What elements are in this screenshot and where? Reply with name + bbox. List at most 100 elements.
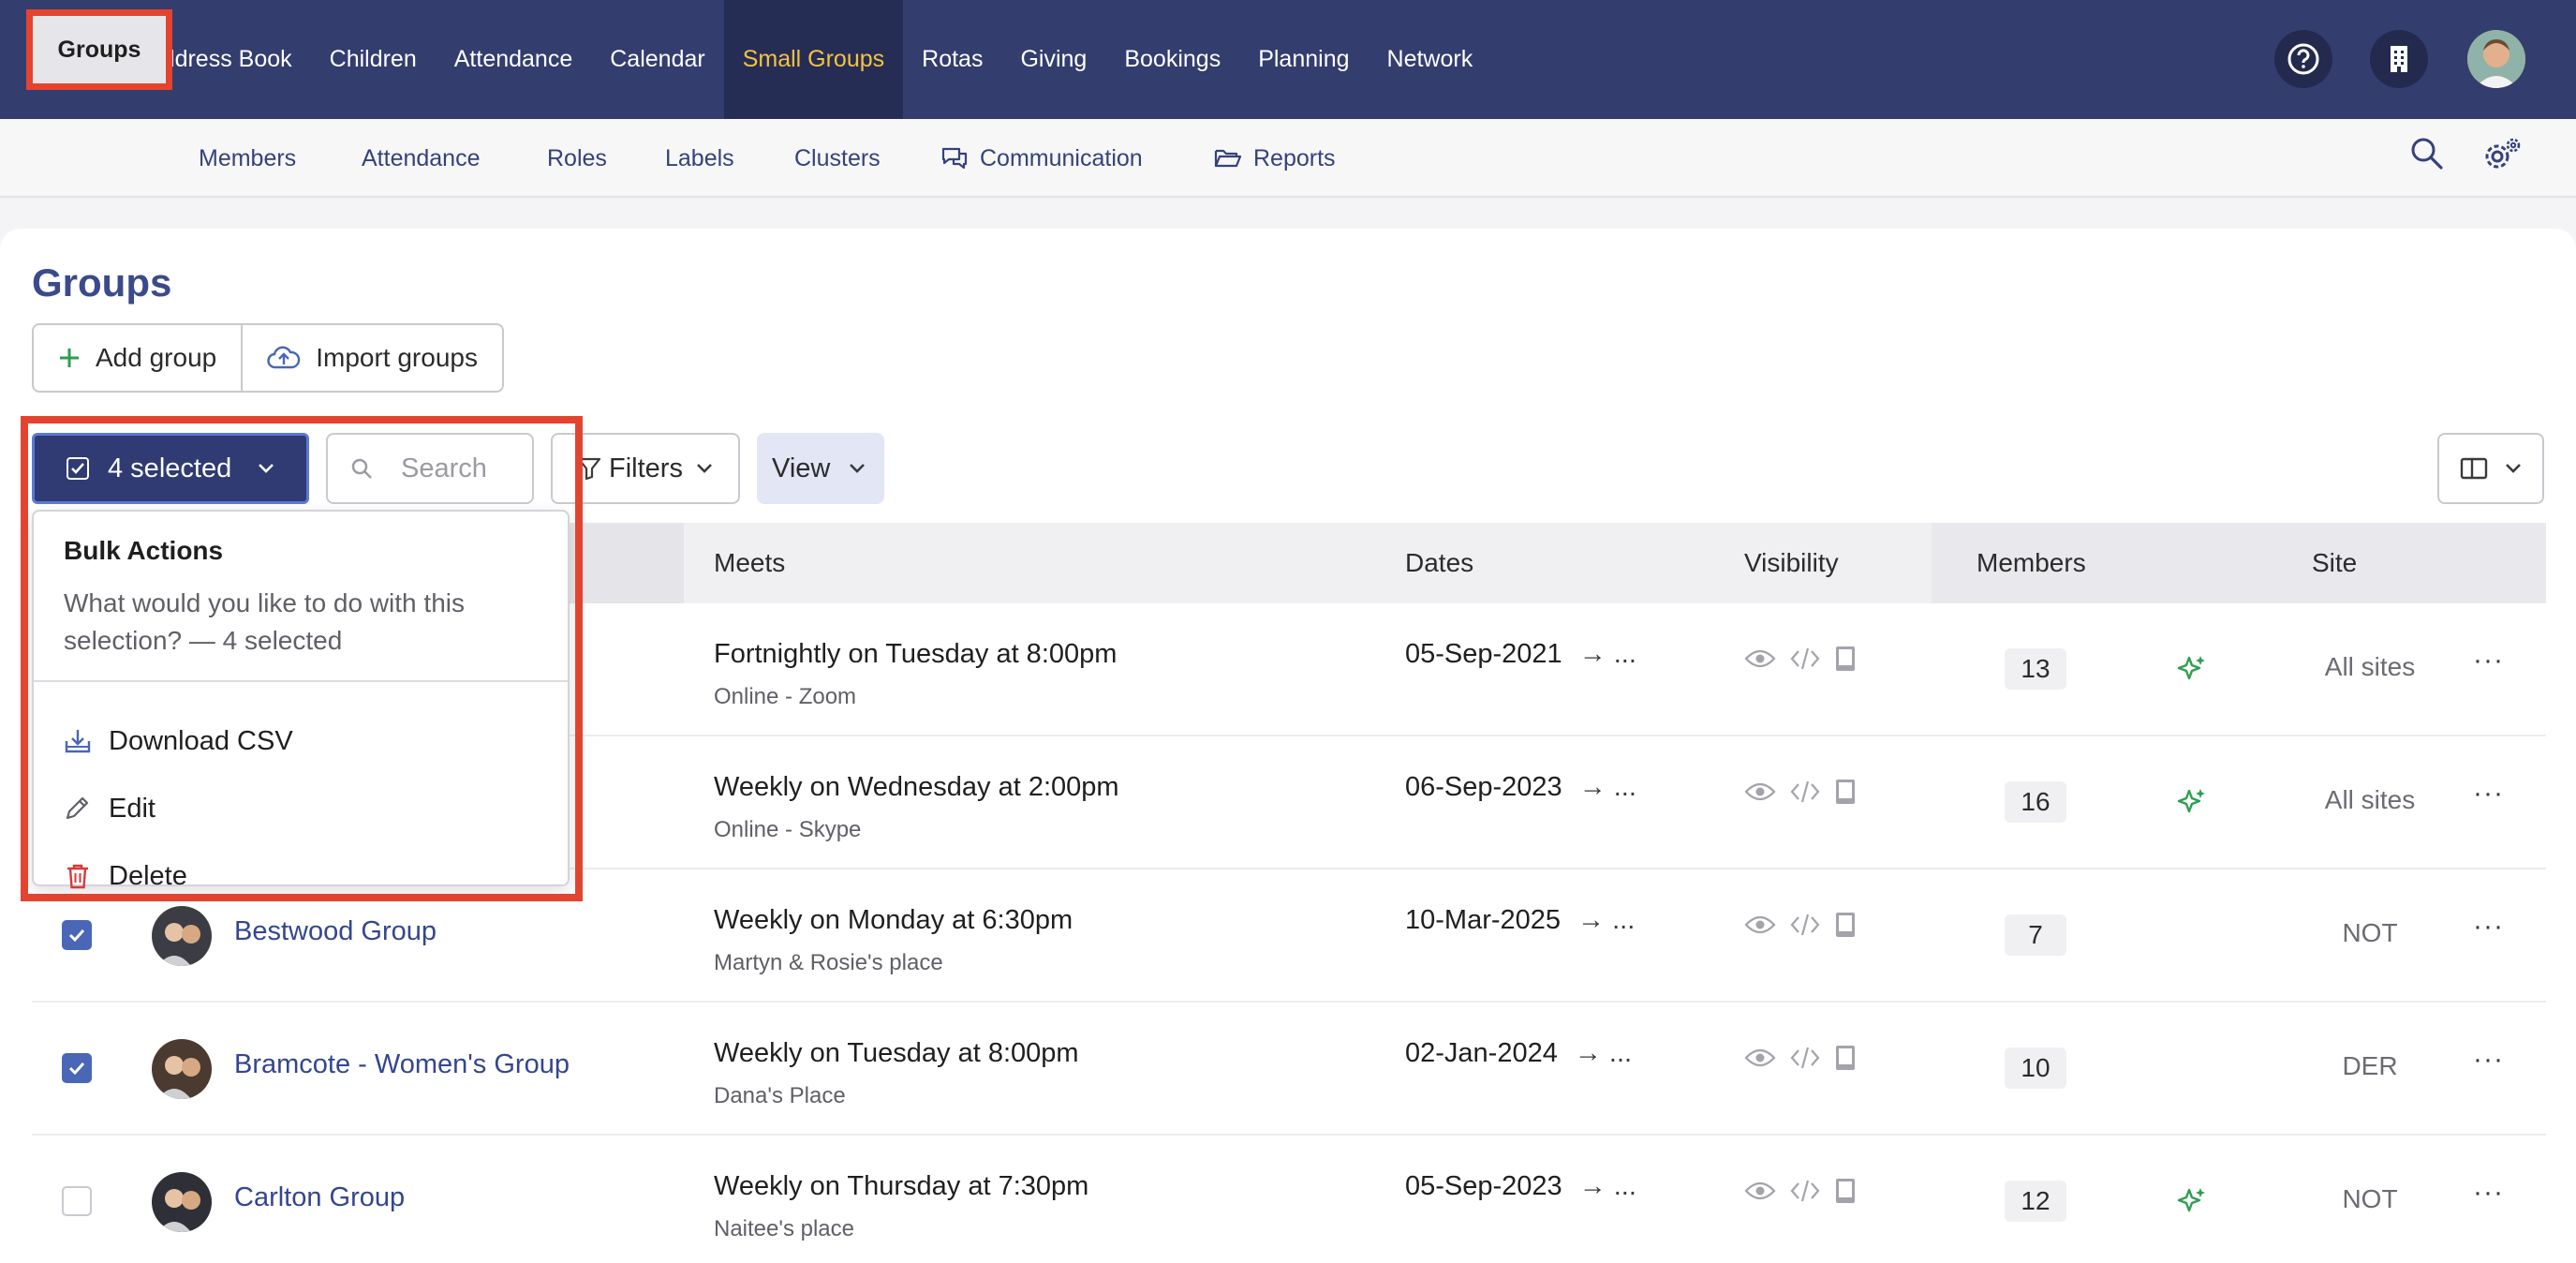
tab-clusters[interactable]: Clusters xyxy=(794,119,881,198)
column-header-members[interactable]: Members xyxy=(1976,523,2086,603)
group-name-link[interactable]: Bramcote - Women's Group xyxy=(234,1049,570,1080)
location-text: Naitee's place xyxy=(714,1216,854,1241)
organisation-button[interactable] xyxy=(2370,30,2428,88)
import-groups-button[interactable]: Import groups xyxy=(241,325,502,391)
sparkle-icon xyxy=(2177,1186,2207,1221)
selected-count-label: 4 selected xyxy=(108,453,232,483)
column-header-dates[interactable]: Dates xyxy=(1405,523,1473,603)
bulk-actions-menu: Bulk Actions What would you like to do w… xyxy=(32,510,570,891)
folder-open-icon xyxy=(1214,149,1242,168)
nav-item-children[interactable]: Children xyxy=(311,0,436,119)
group-avatar xyxy=(152,1039,212,1099)
code-icon xyxy=(1790,1047,1820,1069)
visibility-icons xyxy=(1744,911,1857,939)
bulk-selection-button[interactable]: 4 selected xyxy=(32,433,309,504)
filters-button[interactable]: Filters xyxy=(551,433,740,504)
code-icon xyxy=(1790,1180,1820,1202)
menu-item-download-csv[interactable]: Download CSV xyxy=(64,718,293,765)
meets-text: Weekly on Tuesday at 8:00pm xyxy=(714,1038,1079,1068)
settings-icon[interactable] xyxy=(2482,136,2524,173)
site-text: DER xyxy=(2342,1051,2398,1080)
search-input[interactable] xyxy=(401,453,504,484)
nav-item-bookings[interactable]: Bookings xyxy=(1105,0,1239,119)
search-field[interactable] xyxy=(326,433,534,504)
nav-item-giving[interactable]: Giving xyxy=(1001,0,1105,119)
row-checkbox[interactable] xyxy=(62,1186,92,1216)
date-range: 10-Mar-2025 → ... xyxy=(1405,905,1635,936)
visibility-icons xyxy=(1744,1177,1857,1205)
visibility-icons xyxy=(1744,1044,1857,1072)
group-name-link[interactable]: Carlton Group xyxy=(234,1182,405,1213)
site-text: NOT xyxy=(2342,918,2398,947)
column-header-visibility[interactable]: Visibility xyxy=(1744,523,1839,603)
tab-attendance[interactable]: Attendance xyxy=(362,119,481,198)
column-header-meets[interactable]: Meets xyxy=(714,523,785,603)
row-more-button[interactable]: ··· xyxy=(2473,778,2504,810)
menu-item-delete[interactable]: Delete xyxy=(64,853,187,899)
members-count[interactable]: 13 xyxy=(2005,648,2066,690)
cloud-upload-icon xyxy=(267,346,301,369)
date-range: 06-Sep-2023 → ... xyxy=(1405,772,1636,803)
row-more-button[interactable]: ··· xyxy=(2473,1044,2504,1076)
start-date: 06-Sep-2023 xyxy=(1405,772,1562,802)
members-count[interactable]: 16 xyxy=(2005,781,2066,823)
add-group-button[interactable]: Add group xyxy=(34,325,241,391)
nav-item-rotas[interactable]: Rotas xyxy=(903,0,1001,119)
row-checkbox[interactable] xyxy=(62,920,92,950)
nav-item-planning[interactable]: Planning xyxy=(1239,0,1368,119)
pencil-icon xyxy=(66,796,89,820)
code-icon xyxy=(1790,914,1820,936)
nav-item-attendance[interactable]: Attendance xyxy=(436,0,592,119)
row-more-button[interactable]: ··· xyxy=(2473,911,2504,943)
column-header-site[interactable]: Site xyxy=(2312,523,2357,603)
members-count[interactable]: 10 xyxy=(2005,1048,2066,1089)
tab-communication[interactable]: Communication xyxy=(940,119,1143,198)
tablet-icon xyxy=(1836,780,1855,804)
tab-members[interactable]: Members xyxy=(199,119,296,198)
code-icon xyxy=(1790,647,1820,670)
chevron-down-icon xyxy=(697,464,712,473)
menu-description: What would you like to do with this sele… xyxy=(64,588,465,655)
start-date: 02-Jan-2024 xyxy=(1405,1038,1558,1068)
view-button[interactable]: View xyxy=(757,433,884,504)
chevron-down-icon xyxy=(850,464,866,473)
chevron-down-icon xyxy=(259,464,274,473)
tab-groups[interactable]: Groups xyxy=(26,9,172,90)
nav-item-small-groups[interactable]: Small Groups xyxy=(723,0,904,119)
building-icon xyxy=(2391,46,2407,72)
tablet-icon xyxy=(1836,1046,1855,1070)
table-row[interactable]: Bramcote - Women's Group Weekly on Tuesda… xyxy=(32,1003,2546,1136)
eye-icon xyxy=(1744,1181,1776,1200)
date-range-arrow: → ... xyxy=(1577,905,1636,935)
top-nav-items: Address Book Children Attendance Calenda… xyxy=(127,0,1491,119)
sparkle-icon xyxy=(2177,654,2207,689)
location-text: Martyn & Rosie's place xyxy=(714,950,943,975)
user-avatar[interactable] xyxy=(2467,30,2525,88)
download-icon xyxy=(65,730,91,753)
search-icon[interactable] xyxy=(2409,136,2445,171)
date-range-arrow: → ... xyxy=(1578,1171,1636,1201)
members-count[interactable]: 12 xyxy=(2005,1181,2066,1222)
row-checkbox[interactable] xyxy=(62,1053,92,1083)
columns-toggle-button[interactable] xyxy=(2437,433,2544,504)
tab-roles[interactable]: Roles xyxy=(547,119,607,198)
help-button[interactable] xyxy=(2274,30,2332,88)
group-avatar xyxy=(152,1172,212,1232)
top-navigation: Address Book Children Attendance Calenda… xyxy=(0,0,2576,119)
tab-labels[interactable]: Labels xyxy=(665,119,734,198)
tab-reports[interactable]: Reports xyxy=(1214,119,1336,198)
table-row[interactable]: Carlton Group Weekly on Thursday at 7:30p… xyxy=(32,1136,2546,1263)
row-more-button[interactable]: ··· xyxy=(2473,645,2504,676)
menu-item-edit[interactable]: Edit xyxy=(64,785,155,832)
row-more-button[interactable]: ··· xyxy=(2473,1177,2504,1209)
location-text: Online - Zoom xyxy=(714,684,857,709)
nav-item-network[interactable]: Network xyxy=(1369,0,1492,119)
trash-icon xyxy=(67,864,88,889)
start-date: 05-Sep-2021 xyxy=(1405,639,1562,669)
table-row[interactable]: Bestwood Group Weekly on Monday at 6:30pm… xyxy=(32,869,2546,1003)
search-icon xyxy=(351,458,372,479)
members-count[interactable]: 7 xyxy=(2005,914,2066,956)
date-range: 05-Sep-2021 → ... xyxy=(1405,639,1636,670)
nav-item-calendar[interactable]: Calendar xyxy=(591,0,723,119)
group-name-link[interactable]: Bestwood Group xyxy=(234,916,437,947)
